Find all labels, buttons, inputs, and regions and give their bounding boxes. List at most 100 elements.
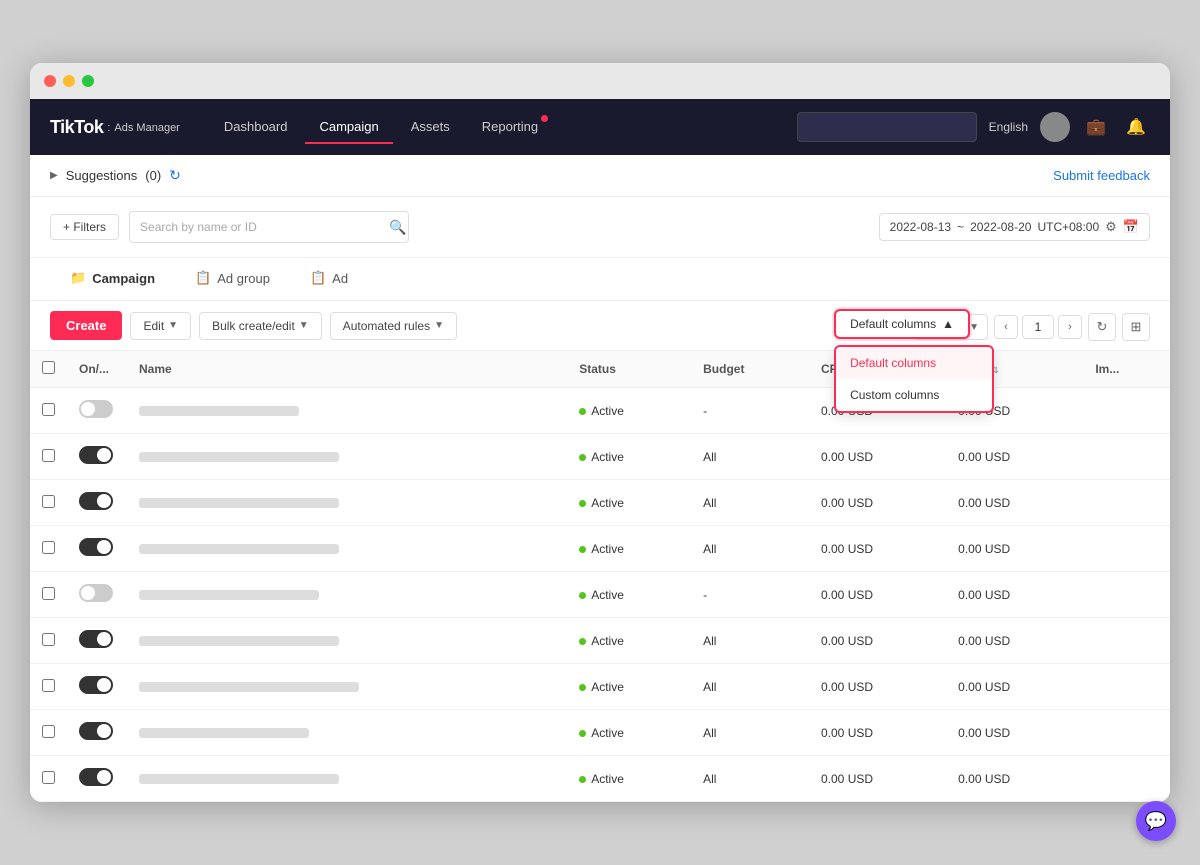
nav-reporting[interactable]: Reporting bbox=[468, 111, 552, 144]
prev-page-button[interactable]: ‹ bbox=[994, 315, 1018, 339]
minimize-dot[interactable] bbox=[63, 75, 75, 87]
row-status: Active bbox=[567, 480, 691, 526]
row-budget: All bbox=[691, 480, 809, 526]
row-toggle[interactable] bbox=[79, 538, 113, 556]
tab-ad[interactable]: 📋 Ad bbox=[290, 258, 368, 300]
columns-dropdown: Default columns Custom columns bbox=[834, 345, 994, 413]
row-status: Active bbox=[567, 664, 691, 710]
row-status: Active bbox=[567, 756, 691, 802]
tab-ad-group[interactable]: 📋 Ad group bbox=[175, 258, 290, 300]
suggestions-label: Suggestions bbox=[66, 168, 138, 183]
row-checkbox[interactable] bbox=[42, 679, 55, 692]
refresh-icon[interactable]: ↻ bbox=[169, 167, 181, 184]
row-checkbox-cell bbox=[30, 388, 67, 434]
status-dot-icon bbox=[579, 500, 586, 507]
row-checkbox[interactable] bbox=[42, 725, 55, 738]
row-checkbox[interactable] bbox=[42, 403, 55, 416]
row-checkbox[interactable] bbox=[42, 587, 55, 600]
row-toggle[interactable] bbox=[79, 722, 113, 740]
bulk-create-label: Bulk create/edit bbox=[212, 319, 295, 333]
calendar-icon[interactable]: 📅 bbox=[1123, 219, 1139, 235]
brand-separator: : bbox=[107, 122, 110, 134]
row-toggle[interactable] bbox=[79, 492, 113, 510]
dropdown-item-default-columns[interactable]: Default columns bbox=[836, 347, 992, 379]
row-toggle-cell bbox=[67, 664, 127, 710]
header-budget: Budget bbox=[691, 351, 809, 388]
brand: TikTok : Ads Manager bbox=[50, 117, 180, 138]
automated-rules-button[interactable]: Automated rules ▼ bbox=[330, 312, 457, 340]
date-range-picker[interactable]: 2022-08-13 ~ 2022-08-20 UTC+08:00 ⚙ 📅 bbox=[879, 213, 1150, 241]
maximize-dot[interactable] bbox=[82, 75, 94, 87]
row-checkbox[interactable] bbox=[42, 633, 55, 646]
row-toggle[interactable] bbox=[79, 630, 113, 648]
row-toggle[interactable] bbox=[79, 768, 113, 786]
row-checkbox[interactable] bbox=[42, 541, 55, 554]
reporting-notification-dot bbox=[541, 115, 548, 122]
row-budget: All bbox=[691, 618, 809, 664]
row-toggle[interactable] bbox=[79, 676, 113, 694]
row-checkbox[interactable] bbox=[42, 771, 55, 784]
current-page: 1 bbox=[1022, 315, 1054, 339]
briefcase-icon[interactable]: 💼 bbox=[1082, 113, 1110, 141]
bell-icon[interactable]: 🔔 bbox=[1122, 113, 1150, 141]
chat-widget[interactable]: 💬 bbox=[1136, 801, 1176, 841]
row-checkbox-cell bbox=[30, 710, 67, 756]
status-dot-icon bbox=[579, 592, 586, 599]
row-cpc: 0.00 USD bbox=[809, 710, 946, 756]
nav-campaign[interactable]: Campaign bbox=[305, 111, 392, 144]
row-impressions bbox=[1083, 388, 1170, 434]
row-toggle-cell bbox=[67, 756, 127, 802]
row-toggle-cell bbox=[67, 388, 127, 434]
row-cpm: 0.00 USD bbox=[946, 756, 1083, 802]
next-page-button[interactable]: › bbox=[1058, 315, 1082, 339]
create-button[interactable]: Create bbox=[50, 311, 122, 340]
tab-campaign[interactable]: 📁 Campaign bbox=[50, 258, 175, 300]
nav-dashboard[interactable]: Dashboard bbox=[210, 111, 302, 144]
row-name bbox=[127, 388, 567, 434]
table-row: ActiveAll0.00 USD0.00 USD bbox=[30, 756, 1170, 802]
row-checkbox-cell bbox=[30, 480, 67, 526]
row-checkbox[interactable] bbox=[42, 449, 55, 462]
row-status: Active bbox=[567, 710, 691, 756]
columns-button[interactable]: Default columns ▲ bbox=[834, 309, 970, 339]
row-toggle-cell bbox=[67, 710, 127, 756]
table-row: ActiveAll0.00 USD0.00 USD bbox=[30, 480, 1170, 526]
row-toggle-cell bbox=[67, 480, 127, 526]
row-budget: All bbox=[691, 664, 809, 710]
status-dot-icon bbox=[579, 454, 586, 461]
close-dot[interactable] bbox=[44, 75, 56, 87]
search-input[interactable] bbox=[129, 211, 409, 243]
row-toggle[interactable] bbox=[79, 584, 113, 602]
row-impressions bbox=[1083, 480, 1170, 526]
row-cpm: 0.00 USD bbox=[946, 434, 1083, 480]
language-button[interactable]: English bbox=[989, 120, 1028, 134]
row-cpc: 0.00 USD bbox=[809, 526, 946, 572]
row-toggle[interactable] bbox=[79, 400, 113, 418]
row-toggle[interactable] bbox=[79, 446, 113, 464]
row-checkbox-cell bbox=[30, 756, 67, 802]
per-page-dropdown-icon: ▼ bbox=[969, 322, 979, 333]
row-toggle-cell bbox=[67, 572, 127, 618]
edit-button[interactable]: Edit ▼ bbox=[130, 312, 191, 340]
nav-right: English 💼 🔔 bbox=[797, 112, 1150, 142]
columns-button-label: Default columns bbox=[850, 317, 936, 331]
row-cpc: 0.00 USD bbox=[809, 480, 946, 526]
bulk-create-button[interactable]: Bulk create/edit ▼ bbox=[199, 312, 322, 340]
nav-search-input[interactable] bbox=[797, 112, 977, 142]
avatar[interactable] bbox=[1040, 112, 1070, 142]
header-status: Status bbox=[567, 351, 691, 388]
grid-view-button[interactable]: ⊞ bbox=[1122, 313, 1150, 341]
reload-button[interactable]: ↻ bbox=[1088, 313, 1116, 341]
select-all-checkbox[interactable] bbox=[42, 361, 55, 374]
row-status: Active bbox=[567, 572, 691, 618]
tab-ad-group-label: Ad group bbox=[217, 271, 270, 286]
suggestions-left[interactable]: ▶ Suggestions (0) ↻ bbox=[50, 167, 181, 184]
nav-assets[interactable]: Assets bbox=[397, 111, 464, 144]
submit-feedback-link[interactable]: Submit feedback bbox=[1053, 168, 1150, 183]
filter-button[interactable]: + Filters bbox=[50, 214, 119, 240]
row-checkbox[interactable] bbox=[42, 495, 55, 508]
status-dot-icon bbox=[579, 776, 586, 783]
row-impressions bbox=[1083, 664, 1170, 710]
dropdown-item-custom-columns[interactable]: Custom columns bbox=[836, 379, 992, 411]
tab-ad-label: Ad bbox=[332, 271, 348, 286]
